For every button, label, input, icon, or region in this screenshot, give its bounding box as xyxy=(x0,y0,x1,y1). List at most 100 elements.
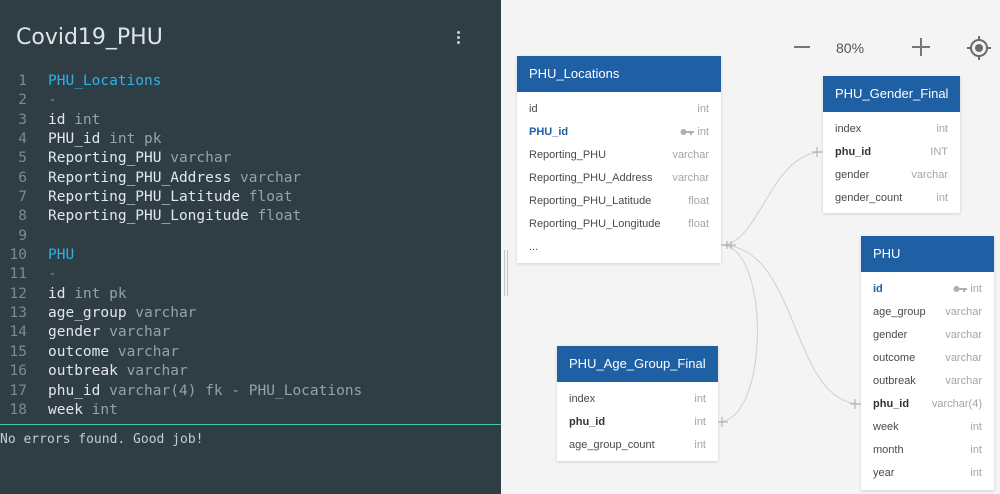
table-field-row[interactable]: outcome varchar xyxy=(861,347,994,370)
table-field-row[interactable]: month int xyxy=(861,439,994,462)
field-type: varchar xyxy=(672,167,709,190)
code-line[interactable]: 12 id int pk xyxy=(0,285,501,304)
code-line[interactable]: 6 Reporting_PHU_Address varchar xyxy=(0,169,501,188)
code-line[interactable]: 5 Reporting_PHU varchar xyxy=(0,149,501,168)
column-token: Reporting_PHU_Latitude xyxy=(48,189,241,206)
code-text: PHU_Locations xyxy=(48,72,162,91)
table-phu-locations[interactable]: PHU_Locations id int PHU_id int Reporting_PH… xyxy=(517,56,721,263)
table-field-row[interactable]: gender varchar xyxy=(861,324,994,347)
table-field-row[interactable]: index int xyxy=(823,118,960,141)
field-type-label: float xyxy=(688,195,709,207)
table-field-row[interactable]: Reporting_PHU_Latitude float xyxy=(517,190,721,213)
code-line[interactable]: 15 outcome varchar xyxy=(0,343,501,362)
code-line[interactable]: 8 Reporting_PHU_Longitude float xyxy=(0,207,501,226)
table-field-row[interactable]: year int xyxy=(861,462,994,485)
table-name-token: PHU_Locations xyxy=(48,73,162,89)
type-token: int pk xyxy=(100,131,162,148)
code-line[interactable]: 3 id int xyxy=(0,111,501,130)
table-header[interactable]: PHU_Age_Group_Final xyxy=(557,346,718,382)
code-line[interactable]: 14 gender varchar xyxy=(0,323,501,342)
table-field-row[interactable]: Reporting_PHU_Longitude float xyxy=(517,213,721,236)
code-line[interactable]: 2- xyxy=(0,91,501,110)
type-token: varchar xyxy=(126,305,197,322)
schema-editor-panel: Covid19_PHU 1 PHU_Locations 2-3 id int 4 PHU_… xyxy=(0,0,501,494)
line-number: 7 xyxy=(18,189,27,206)
code-line[interactable]: 7 Reporting_PHU_Latitude float xyxy=(0,188,501,207)
code-text: week int xyxy=(48,401,118,420)
column-token: outbreak xyxy=(48,363,118,380)
table-field-row[interactable]: id int xyxy=(861,278,994,301)
code-line[interactable]: 13 age_group varchar xyxy=(0,304,501,323)
table-name-token: PHU xyxy=(48,247,75,264)
table-field-row[interactable]: PHU_id int xyxy=(517,121,721,144)
diagram-title[interactable]: Covid19_PHU xyxy=(16,25,163,50)
code-editor[interactable]: 1 PHU_Locations 2-3 id int 4 PHU_id int pk 5 Re… xyxy=(0,72,501,424)
table-field-row[interactable]: phu_id int xyxy=(557,411,718,434)
column-token: Reporting_PHU xyxy=(48,150,162,167)
field-name: gender_count xyxy=(835,192,903,204)
field-name: index xyxy=(835,123,862,135)
table-phu[interactable]: PHU id int age_group varchar gender varchar ou… xyxy=(861,236,994,490)
zoom-in-icon[interactable] xyxy=(912,38,930,56)
panel-resize-handle[interactable] xyxy=(504,250,508,296)
line-number: 18 xyxy=(9,401,27,418)
field-type: varchar xyxy=(945,301,982,324)
code-line[interactable]: 9 xyxy=(0,227,501,246)
code-text: age_group varchar xyxy=(48,304,196,323)
code-line[interactable]: 11 - xyxy=(0,265,501,284)
code-line[interactable]: 18 week int xyxy=(0,401,501,420)
type-token: varchar xyxy=(109,343,179,360)
console-divider xyxy=(0,424,501,425)
type-token: int xyxy=(82,401,118,418)
table-field-row[interactable]: gender varchar xyxy=(823,164,960,187)
field-type: int xyxy=(697,98,709,121)
table-field-row[interactable]: phu_id INT xyxy=(823,141,960,164)
field-type: int xyxy=(694,411,706,434)
column-token: age_group xyxy=(48,305,127,322)
field-type-label: varchar xyxy=(945,375,982,387)
table-field-row[interactable]: gender_count int xyxy=(823,187,960,210)
table-phu-gender-final[interactable]: PHU_Gender_Final index int phu_id INT gender… xyxy=(823,76,960,213)
separator-token: - xyxy=(48,92,57,109)
table-field-row[interactable]: age_group varchar xyxy=(861,301,994,324)
column-token: phu_id xyxy=(48,382,101,399)
more-options-icon[interactable] xyxy=(452,28,466,46)
table-field-row[interactable]: Reporting_PHU_Address varchar xyxy=(517,167,721,190)
code-line[interactable]: 10 PHU xyxy=(0,246,501,265)
field-type: int xyxy=(970,439,982,462)
zoom-out-icon[interactable] xyxy=(794,46,810,48)
field-type: varchar xyxy=(911,164,948,187)
field-type-label: int xyxy=(697,103,709,115)
code-line[interactable]: 1 PHU_Locations xyxy=(0,72,501,91)
field-type-label: int xyxy=(970,444,982,456)
line-number: 15 xyxy=(9,343,27,360)
table-field-row[interactable]: ... xyxy=(517,236,721,259)
table-phu-age-group-final[interactable]: PHU_Age_Group_Final index int phu_id int age… xyxy=(557,346,718,461)
line-number: 3 xyxy=(18,111,27,128)
field-type: varchar xyxy=(672,144,709,167)
field-type-label: float xyxy=(688,218,709,230)
table-header[interactable]: PHU xyxy=(861,236,994,272)
code-text: PHU xyxy=(48,246,74,265)
code-line[interactable]: 16 outbreak varchar xyxy=(0,362,501,381)
field-type: varchar xyxy=(945,324,982,347)
table-header[interactable]: PHU_Gender_Final xyxy=(823,76,960,112)
table-field-row[interactable]: age_group_count int xyxy=(557,434,718,457)
table-field-row[interactable]: phu_id varchar(4) xyxy=(861,393,994,416)
table-header[interactable]: PHU_Locations xyxy=(517,56,721,92)
separator-token: - xyxy=(48,266,57,283)
code-text: outcome varchar xyxy=(48,343,179,362)
code-line[interactable]: 4 PHU_id int pk xyxy=(0,130,501,149)
table-field-row[interactable]: Reporting_PHU varchar xyxy=(517,144,721,167)
table-field-row[interactable]: outbreak varchar xyxy=(861,370,994,393)
fit-to-screen-icon[interactable] xyxy=(966,35,992,61)
field-type-label: varchar xyxy=(945,352,982,364)
table-field-row[interactable]: id int xyxy=(517,98,721,121)
line-number: 14 xyxy=(9,324,27,341)
field-type-label: int xyxy=(694,393,706,405)
field-type-label: int xyxy=(697,126,709,138)
code-line[interactable]: 17 phu_id varchar(4) fk - PHU_Locations xyxy=(0,382,501,401)
field-type: INT xyxy=(930,141,948,164)
table-field-row[interactable]: index int xyxy=(557,388,718,411)
table-field-row[interactable]: week int xyxy=(861,416,994,439)
